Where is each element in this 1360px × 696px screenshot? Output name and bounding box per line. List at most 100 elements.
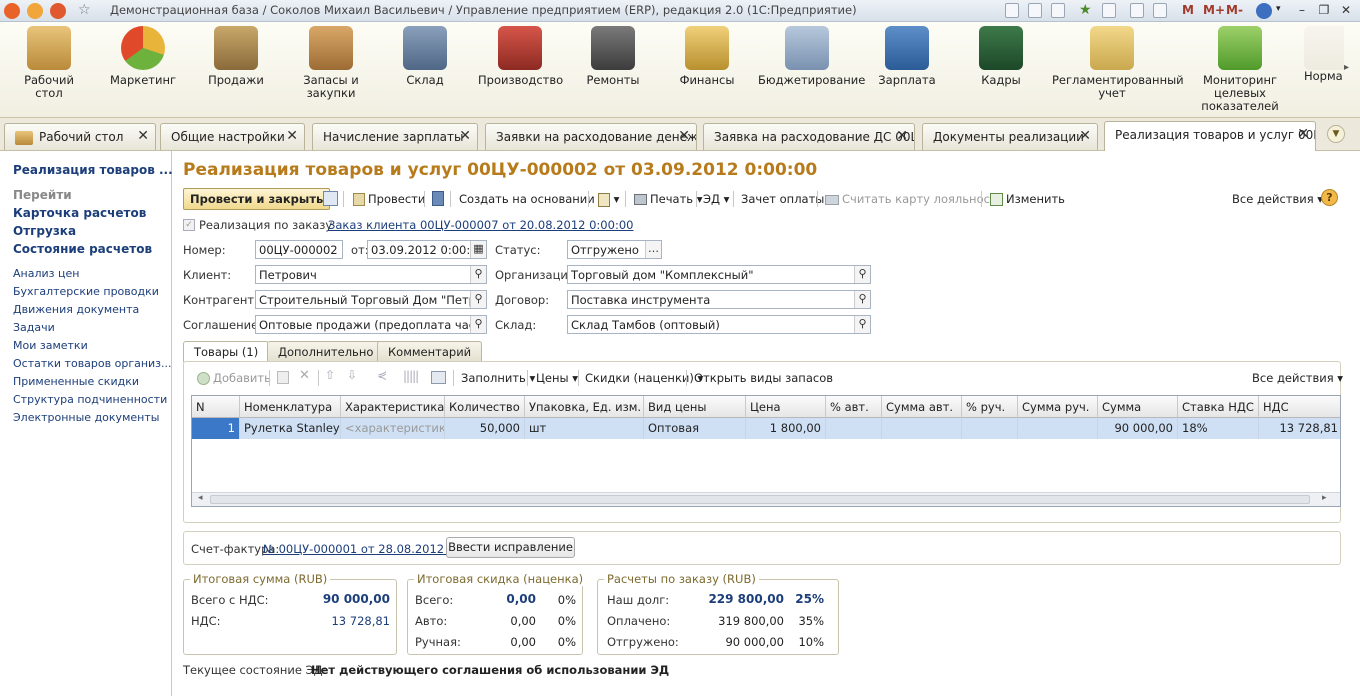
add-row-button[interactable]: Добавить [191,368,277,388]
close-window-button[interactable]: ✕ [1336,2,1356,18]
column-header[interactable]: % руч. [962,396,1018,418]
table-cell[interactable]: 50,000 [445,418,525,439]
tabs-menu-icon[interactable]: ▼ [1327,125,1345,143]
table-cell[interactable]: <характеристик... [341,418,445,439]
close-tab-icon[interactable]: ✕ [286,128,298,144]
order-link[interactable]: Заказ клиента 00ЦУ-000007 от 20.08.2012 … [328,218,633,232]
menu-icon[interactable] [27,3,43,19]
preview-icon[interactable] [1051,3,1065,18]
search-icon[interactable]: ⚲ [470,316,486,333]
table-cell[interactable]: шт [525,418,644,439]
by-order-checkbox[interactable]: ✓ [183,219,195,231]
history-icon[interactable] [50,3,66,19]
column-header[interactable]: Упаковка, Ед. изм. [525,396,644,418]
table-cell[interactable] [1018,418,1098,439]
save-icon[interactable] [323,191,338,206]
help-icon[interactable]: ? [1321,189,1338,206]
nav-e-documents[interactable]: Электронные документы [13,411,159,424]
calendar-icon[interactable]: ▦ [470,241,486,258]
close-tab-icon[interactable]: ✕ [896,128,908,144]
split-icon[interactable]: ⋞ [377,368,387,382]
nav-price-analysis[interactable]: Анализ цен [13,267,79,280]
table-cell[interactable] [882,418,962,439]
agreement-field[interactable]: Оптовые продажи (предоплата частичная⚲ [255,315,487,334]
add-favorite-icon[interactable]: ★ [1079,2,1092,18]
column-header[interactable]: Ставка НДС [1178,396,1259,418]
nav-shipment[interactable]: Отгрузка [13,224,76,238]
column-header[interactable]: Номенклатура [240,396,341,418]
close-tab-icon[interactable]: ✕ [1079,128,1091,144]
prices-button[interactable]: Цены ▾ [530,368,584,388]
scroll-left-icon[interactable]: ◂ [198,493,203,503]
nav-subordination[interactable]: Структура подчиненности [13,393,167,406]
open-stock-types-button[interactable]: Открыть виды запасов [688,368,839,388]
nav-tasks[interactable]: Задачи [13,321,55,334]
status-select-button[interactable]: … [645,241,661,258]
table-cell[interactable]: 1 800,00 [746,418,826,439]
all-actions-button[interactable]: Все действия ▾ [1226,189,1329,209]
tab-sales-document[interactable]: Реализация товаров и услуг 00Ц... ✕ [1104,121,1316,151]
section-warehouse[interactable]: Склад [390,26,460,87]
search-icon[interactable]: ⚲ [854,266,870,283]
nav-notes[interactable]: Мои заметки [13,339,88,352]
number-field[interactable]: 00ЦУ-000002 [255,240,343,259]
nav-stock-balances[interactable]: Остатки товаров организ... [13,357,172,370]
fill-button[interactable]: Заполнить ▾ [455,368,541,388]
section-norm[interactable]: Норма [1304,26,1344,83]
copy-row-icon[interactable] [277,371,289,384]
tab-comment[interactable]: Комментарий [377,341,483,361]
close-tab-icon[interactable]: ✕ [137,128,149,144]
calculator-icon[interactable] [1130,3,1144,18]
print-icon[interactable] [1028,3,1042,18]
table-cell[interactable]: 1 [192,418,240,439]
section-budgeting[interactable]: Бюджетирование [758,26,865,87]
memory-minus-button[interactable]: M- [1226,3,1243,17]
minimize-button[interactable]: – [1292,2,1312,18]
column-header[interactable]: % авт. [826,396,882,418]
enter-correction-button[interactable]: Ввести исправление [446,537,575,558]
section-hr[interactable]: Кадры [966,26,1036,87]
section-production[interactable]: Производство [478,26,563,87]
goods-table[interactable]: N Номенклатура Характеристика Количество… [191,395,1341,507]
post-and-close-button[interactable]: Провести и закрыть [183,188,331,210]
table-cell[interactable]: 13 728,81 [1259,418,1340,439]
post-button[interactable]: Провести [347,189,431,209]
tab-goods[interactable]: Товары (1) [183,341,270,362]
section-monitoring[interactable]: Мониторинг целевых показателей [1180,26,1300,113]
close-tab-icon[interactable]: ✕ [459,128,471,144]
edit-button[interactable]: Изменить [984,189,1071,209]
info-dropdown-icon[interactable]: ▾ [1276,4,1281,14]
save-icon[interactable] [1005,3,1019,18]
column-header[interactable]: Характеристика [341,396,445,418]
section-regulated[interactable]: Регламентированный учет [1052,26,1184,100]
nav-applied-discounts[interactable]: Примененные скидки [13,375,139,388]
nav-document-movements[interactable]: Движения документа [13,303,139,316]
attach-button[interactable]: ▾ [592,189,625,209]
section-desktop[interactable]: Рабочий стол [14,26,84,100]
search-icon[interactable]: ⚲ [854,316,870,333]
status-field[interactable]: Отгружено… [567,240,662,259]
tab-sales-documents[interactable]: Документы реализации ✕ [922,123,1098,150]
delete-row-icon[interactable]: ✕ [299,368,310,383]
table-icon[interactable] [431,371,446,384]
column-header[interactable]: Сумма руч. [1018,396,1098,418]
table-cell[interactable]: 18% [1178,418,1259,439]
tab-additional[interactable]: Дополнительно [267,341,385,361]
warehouse-field[interactable]: Склад Тамбов (оптовый) ⚲ [567,315,871,334]
move-down-icon[interactable]: ⇩ [347,368,357,382]
bookmark-icon[interactable] [1102,3,1116,18]
ed-button[interactable]: ЭД ▾ [697,189,735,209]
favorites-star-icon[interactable]: ☆ [78,2,91,18]
column-header[interactable]: N [192,396,240,418]
app-logo-icon[interactable] [4,3,20,19]
calendar-icon[interactable] [1153,3,1167,18]
memory-plus-button[interactable]: M+ [1203,3,1225,17]
search-icon[interactable]: ⚲ [470,291,486,308]
tab-cash-request[interactable]: Заявка на расходование ДС 00Ц... ✕ [703,123,915,150]
column-header[interactable]: Количество [445,396,525,418]
organization-field[interactable]: Торговый дом "Комплексный" ⚲ [567,265,871,284]
scrollbar-thumb[interactable] [210,495,1310,504]
move-up-icon[interactable]: ⇧ [325,368,335,382]
tab-general-settings[interactable]: Общие настройки ✕ [160,123,305,150]
section-finance[interactable]: Финансы [672,26,742,87]
